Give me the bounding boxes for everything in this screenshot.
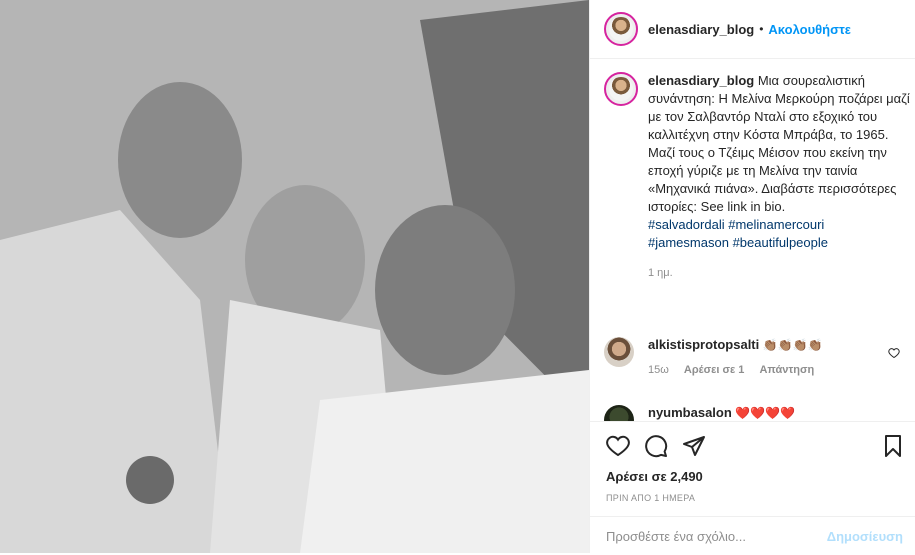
reply-button[interactable]: Απάντηση bbox=[759, 364, 814, 376]
comment-text: 👏🏽👏🏽👏🏽👏🏽 bbox=[762, 338, 823, 352]
commenter-avatar[interactable] bbox=[604, 337, 634, 367]
comment-like-heart-icon[interactable] bbox=[888, 347, 900, 359]
separator-dot: • bbox=[759, 22, 764, 36]
comment-username[interactable]: alkistisprotopsalti bbox=[648, 337, 759, 352]
post-side-panel: elenasdiary_blog • Ακολουθήστε elenasdia… bbox=[589, 0, 915, 554]
author-username[interactable]: elenasdiary_blog bbox=[648, 22, 754, 37]
publish-button[interactable]: Δημοσίευση bbox=[827, 529, 903, 544]
heart-icon[interactable] bbox=[606, 434, 630, 458]
hashtag-link[interactable]: #melinamercouri bbox=[728, 217, 824, 232]
hashtag-link[interactable]: #salvadordali bbox=[648, 217, 725, 232]
bookmark-icon[interactable] bbox=[881, 434, 905, 458]
post-date: ΠΡΙΝ ΑΠΟ 1 ΗΜΕΡΑ bbox=[606, 493, 696, 503]
follow-button[interactable]: Ακολουθήστε bbox=[768, 22, 851, 37]
post-actions: Αρέσει σε 2,490 ΠΡΙΝ ΑΠΟ 1 ΗΜΕΡΑ Προσθέσ… bbox=[590, 421, 915, 554]
likes-count[interactable]: Αρέσει σε 2,490 bbox=[606, 469, 703, 484]
comment-input[interactable]: Προσθέστε ένα σχόλιο... bbox=[606, 529, 827, 544]
comment-likes-link[interactable]: Αρέσει σε 1 bbox=[684, 364, 745, 376]
comment-icon[interactable] bbox=[644, 434, 668, 458]
caption: elenasdiary_blog Μια σουρεαλιστική συνάν… bbox=[590, 72, 915, 282]
comment-age[interactable]: 15ω bbox=[648, 364, 669, 376]
comment-text: ❤️❤️❤️❤️ bbox=[735, 406, 796, 420]
instagram-post: elenasdiary_blog • Ακολουθήστε elenasdia… bbox=[0, 0, 915, 554]
photo-illustration bbox=[0, 0, 589, 553]
share-icon[interactable] bbox=[682, 434, 706, 458]
add-comment-bar: Προσθέστε ένα σχόλιο... Δημοσίευση bbox=[590, 516, 915, 555]
hashtag-link[interactable]: #jamesmason bbox=[648, 235, 729, 250]
caption-age: 1 ημ. bbox=[648, 267, 673, 279]
post-photo[interactable] bbox=[0, 0, 589, 553]
hashtag-link[interactable]: #beautifulpeople bbox=[733, 235, 828, 250]
caption-username[interactable]: elenasdiary_blog bbox=[648, 73, 754, 88]
author-avatar[interactable] bbox=[604, 12, 638, 46]
comment-username[interactable]: nyumbasalon bbox=[648, 405, 732, 420]
caption-avatar[interactable] bbox=[604, 72, 638, 106]
post-header: elenasdiary_blog • Ακολουθήστε bbox=[590, 0, 915, 59]
comment-item: alkistisprotopsalti 👏🏽👏🏽👏🏽👏🏽 15ω Αρέσει … bbox=[604, 337, 900, 376]
caption-text: Μια σουρεαλιστική συνάντηση: Η Μελίνα Με… bbox=[648, 73, 910, 214]
